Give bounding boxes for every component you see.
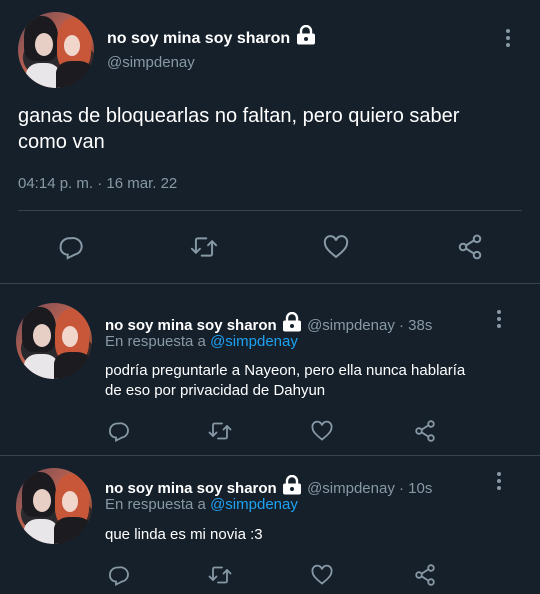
like-icon[interactable] [322, 233, 350, 261]
handle-time[interactable]: @simpdenay · 10s [307, 480, 432, 497]
avatar[interactable] [16, 468, 92, 544]
retweet-icon[interactable] [207, 563, 233, 587]
handle[interactable]: @simpdenay [107, 54, 195, 71]
divider [18, 210, 522, 211]
tweet-text-line: que linda es mi novia :3 [105, 526, 263, 543]
more-icon[interactable] [496, 310, 502, 331]
handle-time[interactable]: @simpdenay · 38s [307, 317, 432, 334]
retweet-icon[interactable] [207, 419, 233, 443]
reply-prefix: En respuesta a [105, 496, 206, 513]
share-icon[interactable] [412, 563, 438, 587]
display-name[interactable]: no soy mina soy sharon [105, 480, 277, 497]
tweet-text-line: ganas de bloquearlas no faltan, pero qui… [18, 105, 460, 127]
share-icon[interactable] [455, 233, 485, 261]
reply-prefix: En respuesta a [105, 333, 206, 350]
like-icon[interactable] [310, 419, 334, 443]
reply-to-link[interactable]: @simpdenay [210, 496, 298, 513]
divider [0, 283, 540, 284]
tweet-text-line: podría preguntarle a Nayeon, pero ella n… [105, 362, 466, 379]
avatar[interactable] [16, 303, 92, 379]
reply-to-link[interactable]: @simpdenay [210, 333, 298, 350]
divider [0, 455, 540, 456]
tweet-text-line: de eso por privacidad de Dahyun [105, 382, 326, 399]
reply-icon[interactable] [106, 563, 130, 587]
display-name[interactable]: no soy mina soy sharon [107, 30, 290, 47]
reply-icon[interactable] [106, 419, 130, 443]
lock-icon [295, 24, 317, 50]
more-icon[interactable] [496, 472, 502, 493]
share-icon[interactable] [412, 419, 438, 443]
more-icon[interactable] [505, 29, 511, 50]
like-icon[interactable] [310, 563, 334, 587]
display-name[interactable]: no soy mina soy sharon [105, 317, 277, 334]
avatar[interactable] [18, 12, 94, 88]
timestamp[interactable]: 04:14 p. m. · 16 mar. 22 [18, 175, 177, 192]
reply-icon[interactable] [56, 233, 84, 261]
retweet-icon[interactable] [189, 233, 219, 261]
tweet-text-line: como van [18, 131, 105, 153]
